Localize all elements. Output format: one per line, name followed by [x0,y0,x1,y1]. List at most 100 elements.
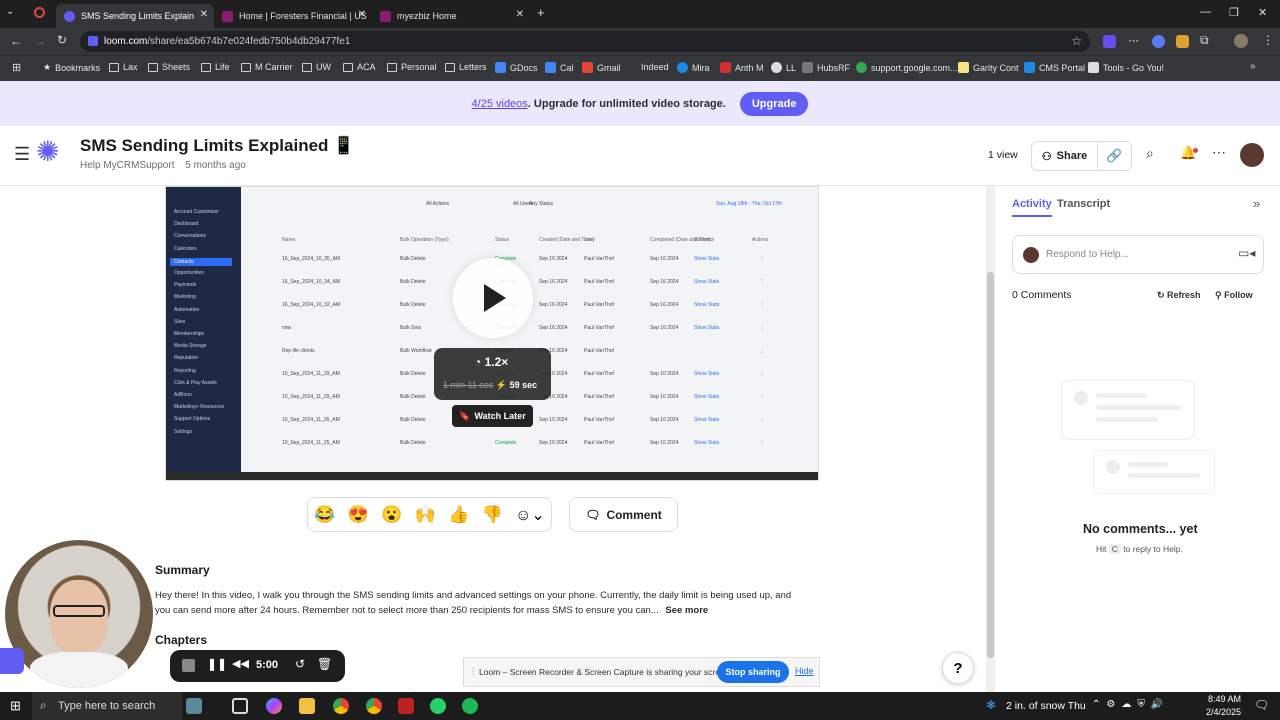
emoji-thumbs-up[interactable]: 👍 [448,505,469,525]
bookmark-m-carrier[interactable]: M Carrier [241,62,293,72]
video-reply-icon[interactable]: ▭◂ [1238,246,1255,260]
speed-badge[interactable]: ◔ 1.2× 1 min 11 sec ⚡ 59 sec [434,348,551,400]
bookmark-cms-portal[interactable]: CMS Portal [1024,62,1085,73]
tab-close-icon[interactable]: ✕ [516,9,524,20]
emoji-laugh[interactable]: 😂 [314,505,335,525]
notification-center-icon[interactable]: 🗨 [1254,698,1269,712]
tab-foresters[interactable]: Home | Foresters Financial | US ✕ [214,4,372,28]
bookmark-star-icon[interactable]: ☆ [1071,34,1082,48]
weather-text[interactable]: 2 in. of snow Thu [1006,700,1086,712]
copy-link-button[interactable]: 🔗 [1098,141,1132,171]
weather-icon[interactable]: ❄ [986,698,996,712]
extension-icon[interactable] [1103,35,1116,48]
author-link[interactable]: Help MyCRMSupport [80,160,174,171]
tab-myezbiz[interactable]: myezbiz Home ✕ [372,4,530,28]
bookmark-life[interactable]: Life [201,62,230,72]
bookmark-support-google[interactable]: support.google.com... [856,62,958,73]
emoji-raised-hands[interactable]: 🙌 [415,505,436,525]
app-icon[interactable] [398,698,414,714]
video-count-link[interactable]: 4/25 videos [472,98,528,110]
windows-start-icon[interactable]: ⊞ [10,698,21,714]
forward-icon[interactable]: → [34,34,46,48]
comment-button[interactable]: 🗨 Comment [569,497,678,532]
respond-input[interactable]: Respond to Help... ▭◂ [1012,235,1264,274]
search-highlight-icon[interactable] [186,698,202,714]
copilot-icon[interactable] [266,698,282,714]
chrome-icon[interactable] [333,698,349,714]
refresh-button[interactable]: ↻ Refresh [1157,290,1201,301]
collapse-panel-icon[interactable]: » [1253,196,1260,211]
see-more-link[interactable]: See more [665,605,708,616]
bookmark-aca[interactable]: ACA [343,62,376,72]
rewind-icon[interactable]: ◀◀ [232,657,249,670]
drag-handle-icon[interactable]: ⋮ [469,666,478,677]
emoji-surprised[interactable]: 😮 [381,505,402,525]
bookmark-indeed[interactable]: Indeed [641,62,669,72]
help-button[interactable]: ? [942,652,974,684]
follow-button[interactable]: ⚲ Follow [1215,290,1253,301]
file-explorer-icon[interactable] [299,698,315,714]
bookmark-cal[interactable]: Cal [545,62,574,73]
watch-later-button[interactable]: 🔖 Watch Later [452,405,533,427]
tab-search-icon[interactable]: ⌄ [6,6,14,17]
view-count[interactable]: 1 view [988,149,1018,161]
share-button[interactable]: ⚇ Share [1031,141,1098,171]
tab-close-icon[interactable]: ✕ [358,9,366,20]
clock-time[interactable]: 8:49 AM [1208,694,1241,704]
more-options-icon[interactable]: ⋯ [1212,144,1226,161]
apps-grid-icon[interactable]: ⊞ [12,61,21,74]
video-progress-bar[interactable] [166,472,818,480]
emoji-heart-eyes[interactable]: 😍 [348,505,369,525]
minimize-icon[interactable]: — [1200,6,1211,18]
play-button[interactable] [453,258,533,338]
bookmark-anth-m[interactable]: Anth M [720,62,764,73]
bookmark-tools[interactable]: Tools - Go You! [1088,62,1164,73]
restart-icon[interactable]: ↺ [295,657,305,671]
system-tray-icons[interactable]: ⌃⚙☁⛨🔊 [1092,699,1169,710]
bookmark-hubsrf[interactable]: HubsRF [802,62,850,73]
tab-activity[interactable]: Activity [1012,198,1052,217]
profile-avatar-icon[interactable] [1234,34,1248,48]
bookmark-mira[interactable]: Mira [677,62,710,73]
emoji-thumbs-down[interactable]: 👎 [482,505,503,525]
scrollbar-thumb[interactable] [987,272,994,658]
task-view-icon[interactable] [232,698,248,714]
upgrade-button[interactable]: Upgrade [739,91,809,116]
bookmark-sheets[interactable]: Sheets [148,62,190,72]
back-icon[interactable]: ← [10,34,22,48]
stop-record-icon[interactable] [182,659,195,672]
bookmark-garity-cont[interactable]: Garity Cont [958,62,1019,73]
bookmark-bookmarks[interactable]: ★ Bookmarks [43,62,100,73]
tab-sms-sending-limits[interactable]: SMS Sending Limits Explain ✕ [56,4,214,28]
loom-logo-icon[interactable]: ✺ [36,138,59,166]
tab-transcript[interactable]: Transcript [1057,198,1110,210]
reload-icon[interactable]: ↻ [57,33,67,47]
menu-icon[interactable]: ☰ [14,144,30,165]
bookmark-gmail[interactable]: Gmail [582,62,621,73]
pause-icon[interactable]: ❚❚ [207,657,227,671]
extension-icon[interactable] [1176,35,1189,48]
stop-sharing-button[interactable]: Stop sharing [717,661,789,683]
close-window-icon[interactable]: ✕ [1258,6,1267,19]
bookmark-personal[interactable]: Personal [387,62,437,72]
maximize-icon[interactable]: ❐ [1229,6,1239,19]
clock-date[interactable]: 2/4/2025 [1206,707,1241,717]
add-emoji-icon[interactable]: ☺⌄ [515,505,545,525]
webcam-bubble[interactable] [5,540,153,688]
user-avatar[interactable] [1240,143,1264,167]
bookmark-letters[interactable]: Letters [445,62,487,72]
chrome-profile-icon[interactable] [366,698,382,714]
bookmark-lax[interactable]: Lax [109,62,138,72]
bookmark-uw[interactable]: UW [302,62,331,72]
tab-close-icon[interactable]: ✕ [200,9,208,20]
site-info-icon[interactable] [88,36,98,46]
search-icon[interactable]: ⌕ [1146,145,1154,162]
spotify-icon[interactable] [462,698,478,714]
whatsapp-icon[interactable] [430,698,446,714]
trash-icon[interactable]: 🗑 [317,657,332,671]
browser-menu-icon[interactable]: ⋮ [1262,33,1274,47]
bookmark-gdocs[interactable]: GDocs [495,62,538,73]
extensions-puzzle-icon[interactable]: ⧉ [1200,33,1209,48]
more-bookmarks-icon[interactable]: » [1250,61,1256,72]
address-bar[interactable]: loom.com/share/ea5b674b7e024fedb750b4db2… [80,31,1090,52]
